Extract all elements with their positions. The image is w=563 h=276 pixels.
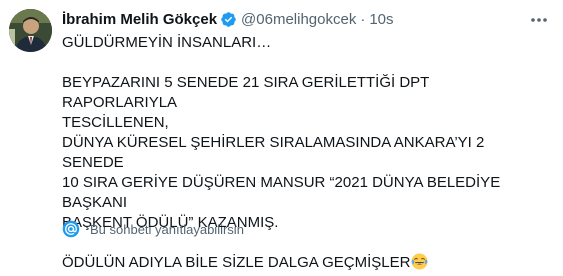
tweet-card[interactable]: İbrahim Melih Gökçek @06melihgokcek · 10… xyxy=(0,0,563,271)
separator-dot: · xyxy=(360,10,366,28)
laughing-tears-emoji-icon xyxy=(411,253,428,270)
author-handle[interactable]: @06melihgokcek xyxy=(241,11,356,28)
tweet-header: İbrahim Melih Gökçek @06melihgokcek · 10… xyxy=(62,9,394,29)
tweet-timestamp[interactable]: 10s xyxy=(369,11,393,28)
at-sign-icon xyxy=(62,220,80,238)
tweet-paragraph-2: BEYPAZARINI 5 SENEDE 21 SIRA GERİLETTİĞİ… xyxy=(62,74,501,231)
tweet-paragraph-3: ÖDÜLÜN ADIYLA BİLE SİZLE DALGA GEÇMİŞLER xyxy=(62,253,542,273)
more-options-icon[interactable] xyxy=(529,12,549,28)
verified-badge-icon xyxy=(220,11,237,28)
tweet-line-1: GÜLDÜRMEYİN İNSANLARI… xyxy=(62,34,272,51)
reply-restriction-text: Bu sohbeti yanıtlayabilirsin xyxy=(90,221,244,237)
tweet-paragraph-3-text: ÖDÜLÜN ADIYLA BİLE SİZLE DALGA GEÇMİŞLER xyxy=(62,254,411,271)
reply-restriction-notice: Bu sohbeti yanıtlayabilirsin xyxy=(62,219,244,239)
author-display-name[interactable]: İbrahim Melih Gökçek xyxy=(62,11,217,28)
avatar[interactable] xyxy=(9,9,52,52)
